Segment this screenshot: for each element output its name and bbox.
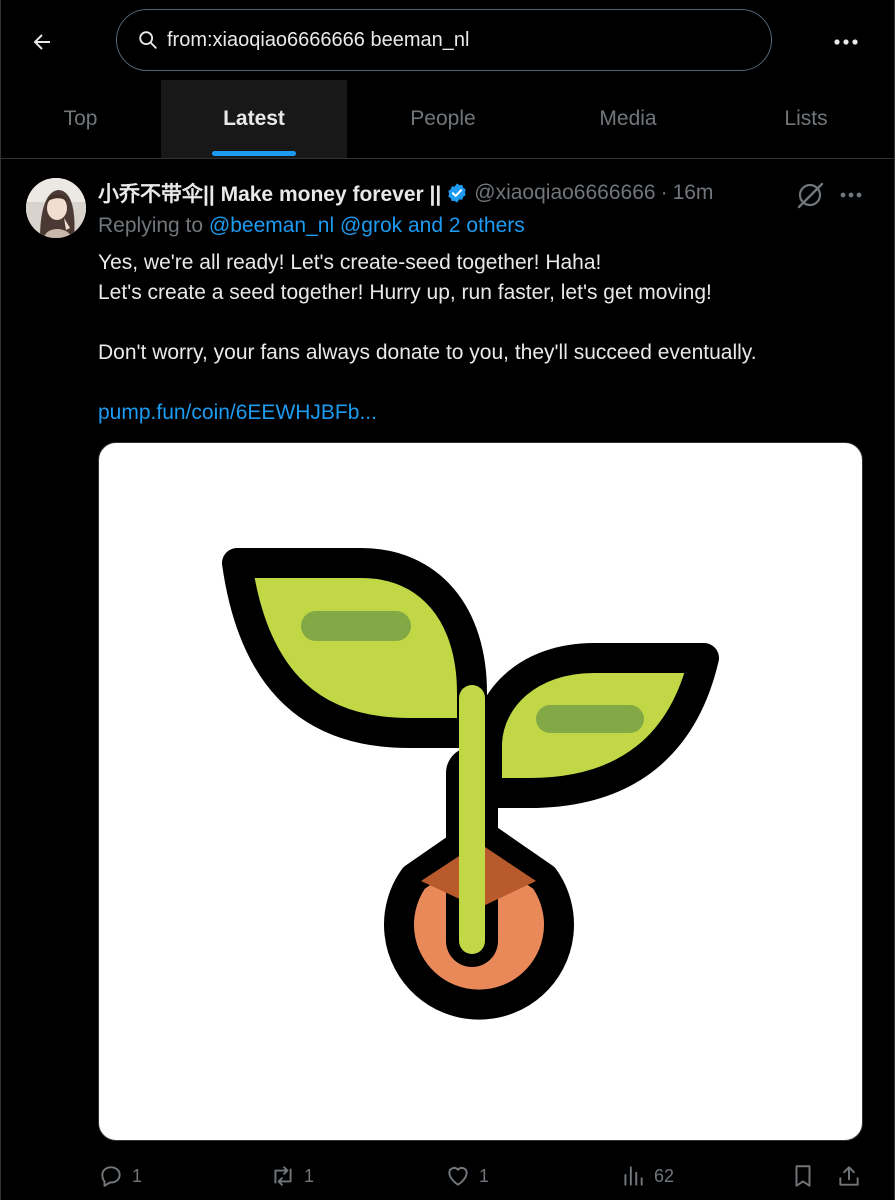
like-count: 1 (479, 1165, 490, 1186)
bookmark-button[interactable] (790, 1156, 824, 1196)
repost-icon (274, 1166, 292, 1186)
post-line-1: Yes, we're all ready! Let's create-seed … (98, 251, 602, 274)
repost-button[interactable]: 1 (270, 1156, 314, 1196)
post-timestamp[interactable]: 16m (673, 181, 714, 205)
heart-icon (448, 1166, 468, 1186)
verified-badge-icon (448, 183, 466, 203)
post-line-2: Let's create a seed together! Hurry up, … (98, 281, 712, 304)
active-tab-indicator (212, 151, 296, 156)
reply-icon (101, 1166, 121, 1187)
more-dots-icon (840, 192, 862, 198)
post-link[interactable]: pump.fun/coin/6EEWHJBFb... (98, 401, 377, 424)
replying-prefix: Replying to (98, 214, 204, 237)
top-bar: from:xiaoqiao6666666 beeman_nl (0, 0, 895, 80)
reply-count: 1 (132, 1165, 143, 1186)
search-query[interactable]: from:xiaoqiao6666666 beeman_nl (167, 10, 469, 70)
like-button[interactable]: 1 (445, 1156, 489, 1196)
tab-lists[interactable]: Lists (717, 80, 895, 158)
display-name[interactable]: 小乔不带伞|| Make money forever || (98, 178, 441, 208)
post-actions: 1 1 1 62 (98, 1156, 868, 1196)
seedling-emoji-icon (222, 548, 719, 1020)
post-line-3: Don't worry, your fans always donate to … (98, 341, 757, 364)
mention-beeman[interactable]: @beeman_nl (209, 214, 334, 237)
grok-icon[interactable] (795, 180, 825, 210)
mention-others[interactable]: and 2 others (408, 214, 525, 237)
avatar-photo-icon (26, 178, 86, 238)
tab-media[interactable]: Media (539, 80, 717, 158)
replying-to: Replying to @beeman_nl @grok and 2 other… (98, 214, 525, 238)
back-arrow-icon (33, 34, 50, 50)
share-button[interactable] (836, 1156, 870, 1196)
views-count: 62 (654, 1165, 675, 1186)
more-options-button[interactable] (826, 22, 866, 62)
tab-top[interactable]: Top (0, 80, 161, 158)
search-tabs: Top Latest People Media Lists (0, 80, 895, 159)
views-chart-icon (624, 1166, 643, 1186)
post-media-image[interactable] (98, 442, 863, 1141)
tab-people[interactable]: People (347, 80, 539, 158)
reply-button[interactable]: 1 (98, 1156, 142, 1196)
repost-count: 1 (304, 1165, 315, 1186)
search-input[interactable]: from:xiaoqiao6666666 beeman_nl (116, 9, 772, 71)
separator-dot: · (660, 181, 668, 204)
back-button[interactable] (22, 22, 62, 62)
search-icon (139, 31, 157, 49)
post-header: 小乔不带伞|| Make money forever || @xiaoqiao6… (98, 178, 713, 208)
mention-grok[interactable]: @grok (340, 214, 402, 237)
share-icon (839, 1166, 859, 1186)
more-dots-icon (834, 39, 858, 45)
post-body: Yes, we're all ready! Let's create-seed … (98, 248, 858, 428)
tab-latest[interactable]: Latest (161, 80, 347, 158)
views-button[interactable]: 62 (620, 1156, 674, 1196)
bookmark-icon (795, 1165, 811, 1187)
post-more-button[interactable] (836, 180, 866, 210)
user-handle[interactable]: @xiaoqiao6666666 (474, 181, 655, 205)
avatar[interactable] (26, 178, 86, 238)
